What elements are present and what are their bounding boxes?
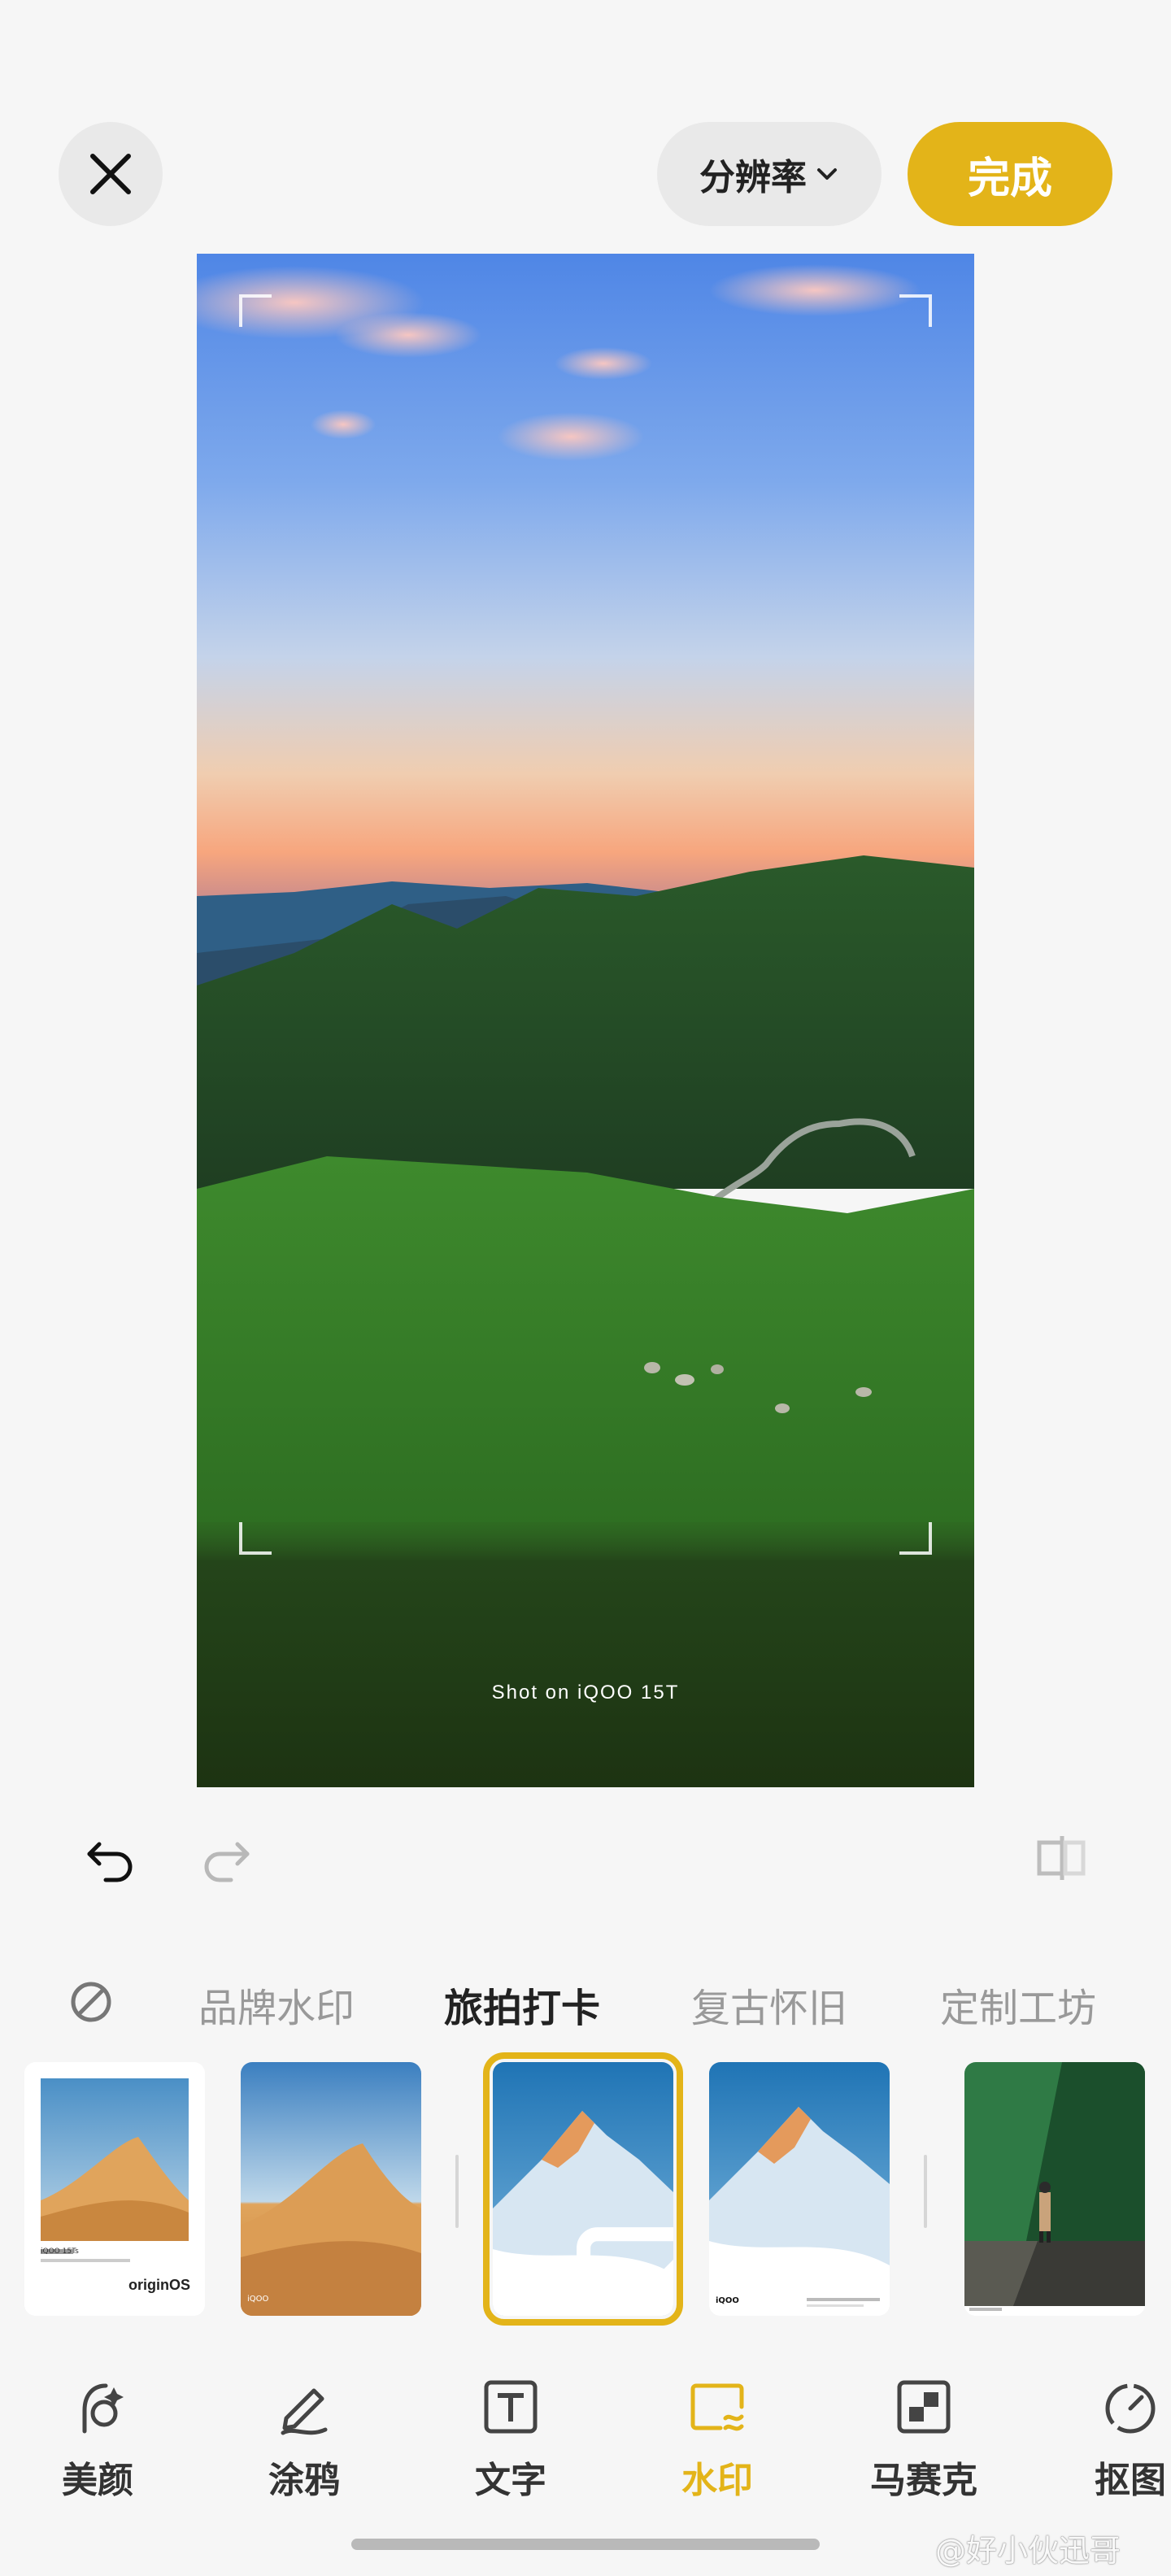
thumbnail-divider	[455, 2155, 459, 2228]
top-bar: 分辨率 完成	[0, 0, 1171, 244]
home-indicator[interactable]	[351, 2539, 820, 2550]
thumbnail-caption: iQOO	[716, 2296, 739, 2305]
thumbnail-meta: iQOO 15Ts	[41, 2247, 79, 2256]
green-wall-preview	[964, 2062, 1145, 2316]
landscape-photo	[197, 254, 974, 1787]
chevron-down-icon	[817, 168, 837, 180]
redo-icon	[204, 1842, 250, 1882]
no-watermark-icon[interactable]	[67, 1978, 115, 2026]
weibo-credit: @好小伙迅哥	[935, 2533, 1121, 2569]
resolution-label: 分辨率	[699, 157, 807, 198]
tab-brand-watermark[interactable]: 品牌水印	[198, 1976, 355, 2033]
pen-icon	[281, 2388, 328, 2435]
watermark-thumbnail-selected[interactable]	[483, 2052, 683, 2326]
done-button[interactable]: 完成	[908, 122, 1112, 226]
thumbnail-divider	[924, 2155, 927, 2228]
nav-item-beauty[interactable]: 美颜	[16, 2374, 179, 2503]
photo-preview[interactable]: Shot on iQOO 15T	[197, 254, 974, 1787]
crop-corner-top-left	[239, 294, 272, 327]
tab-travel-checkin[interactable]: 旅拍打卡	[444, 1976, 600, 2033]
originos-logo-text: originOS	[128, 2277, 190, 2293]
tab-retro[interactable]: 复古怀旧	[691, 1976, 847, 2033]
nav-item-cutout[interactable]: 抠图	[1049, 2374, 1171, 2503]
compare-button[interactable]	[1025, 1821, 1098, 1895]
watermark-icon	[690, 2383, 744, 2431]
watermark-thumbnail[interactable]: iQOO	[709, 2062, 890, 2316]
crop-corner-top-right	[899, 294, 932, 327]
watermark-thumbnail[interactable]: iQOO 15Ts originOS	[24, 2062, 205, 2316]
close-icon	[90, 154, 131, 194]
crop-corner-bottom-right	[899, 1522, 932, 1555]
watermark-thumbnail[interactable]: iQOO	[241, 2062, 421, 2316]
nav-item-mosaic[interactable]: 马赛克	[842, 2374, 1005, 2503]
undo-icon	[87, 1842, 133, 1882]
mosaic-icon	[897, 2380, 951, 2434]
nav-item-text[interactable]: 文字	[429, 2374, 592, 2503]
redo-button[interactable]	[190, 1821, 263, 1895]
close-button[interactable]	[59, 122, 163, 226]
edit-icon[interactable]	[563, 2163, 673, 2316]
text-icon	[484, 2380, 538, 2434]
nav-label: 美颜	[62, 2460, 133, 2501]
cutout-icon	[1105, 2383, 1156, 2434]
thumbnail-caption: iQOO	[247, 2295, 269, 2304]
watermark-text: Shot on iQOO 15T	[491, 1682, 680, 1704]
nav-label: 水印	[681, 2460, 753, 2501]
nav-item-doodle[interactable]: 涂鸦	[223, 2374, 385, 2503]
desert-preview	[241, 2062, 421, 2316]
crop-corner-bottom-left	[239, 1522, 272, 1555]
nav-label: 涂鸦	[268, 2460, 340, 2501]
tab-custom-workshop[interactable]: 定制工坊	[940, 1976, 1096, 2033]
watermark-thumbnails: iQOO 15Ts originOS iQOO iQOO	[0, 2052, 1171, 2326]
nav-label: 抠图	[1095, 2460, 1166, 2501]
undo-button[interactable]	[73, 1821, 146, 1895]
compare-icon	[1037, 1836, 1086, 1880]
nav-item-watermark[interactable]: 水印	[636, 2374, 799, 2503]
nav-label: 文字	[475, 2460, 546, 2501]
mountain-preview	[709, 2062, 890, 2316]
resolution-button[interactable]: 分辨率	[657, 122, 882, 226]
bottom-tool-nav: 美颜 涂鸦 文字 水印 马赛克 抠图	[0, 2374, 1171, 2521]
face-beauty-icon	[82, 2383, 124, 2434]
watermark-category-tabs: 品牌水印 旅拍打卡 复古怀旧 定制工坊	[0, 1971, 1171, 2036]
watermark-thumbnail[interactable]	[964, 2062, 1145, 2316]
nav-label: 马赛克	[870, 2460, 977, 2501]
